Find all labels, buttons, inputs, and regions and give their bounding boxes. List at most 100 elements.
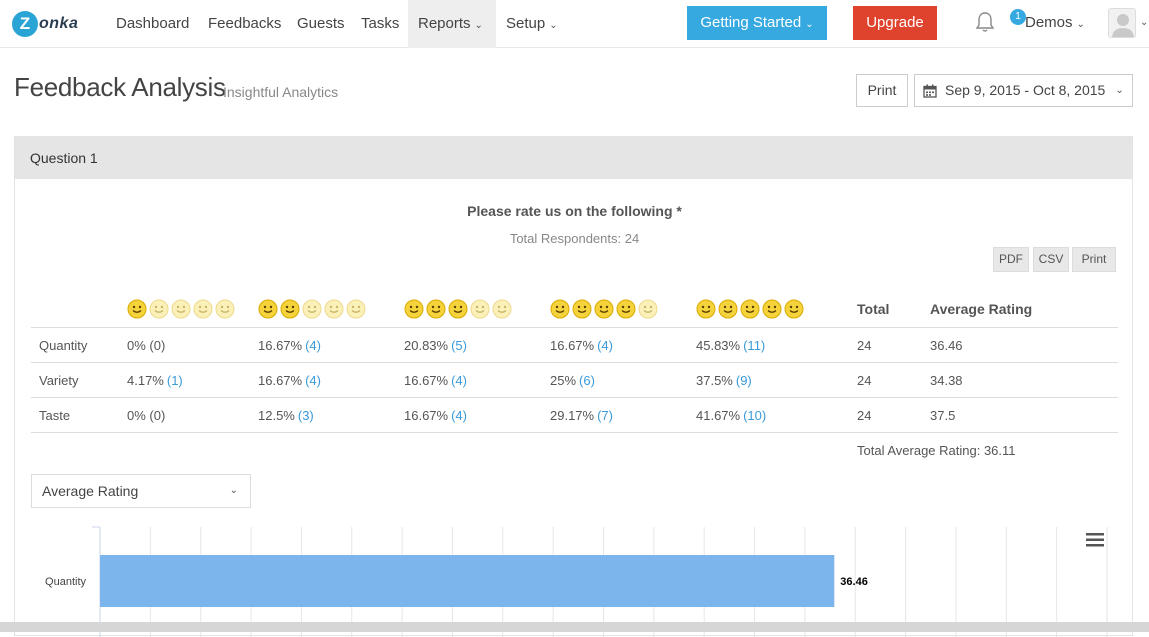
upgrade-button[interactable]: Upgrade xyxy=(853,6,937,40)
bar[interactable] xyxy=(100,555,835,607)
nav-dashboard[interactable]: Dashboard xyxy=(106,0,199,48)
smiley-empty-icon xyxy=(149,299,169,319)
table-header-row: Total Average Rating xyxy=(31,291,1118,328)
rating-count-link[interactable]: (4) xyxy=(305,338,321,353)
smiley-empty-icon xyxy=(638,299,658,319)
chevron-down-icon: ⌄ xyxy=(805,19,814,30)
horizontal-scrollbar[interactable] xyxy=(0,622,1149,632)
nav-setup[interactable]: Setup ⌄ xyxy=(496,0,568,48)
smiley-filled-icon xyxy=(718,299,738,319)
nav-setup-label: Setup xyxy=(506,15,546,32)
chevron-down-icon[interactable]: ⌄ xyxy=(1140,17,1148,28)
chart-bars xyxy=(100,555,835,607)
rating-count-link[interactable]: (11) xyxy=(743,338,765,353)
rating-count-link[interactable]: (4) xyxy=(597,338,613,353)
rating-cell: 41.67% (10) xyxy=(696,398,766,432)
rating-cell: 20.83% (5) xyxy=(404,328,467,362)
rating-count-link[interactable]: (5) xyxy=(451,338,467,353)
smiley-empty-icon xyxy=(302,299,322,319)
chart-metric-select[interactable]: Average Rating ⌄ xyxy=(31,474,251,508)
smiley-header-1 xyxy=(127,291,235,327)
smiley-filled-icon xyxy=(426,299,446,319)
row-total: 24 xyxy=(857,372,872,388)
page-title: Feedback Analysis xyxy=(14,72,226,102)
rating-percent: 0% (0) xyxy=(127,407,166,423)
export-print-button[interactable]: Print xyxy=(1072,247,1116,272)
table-row: Quantity 0% (0) 16.67% (4) 20.83% (5) 16.6… xyxy=(31,328,1118,363)
calendar-icon xyxy=(923,84,937,98)
nav-feedbacks[interactable]: Feedbacks xyxy=(198,0,291,48)
smiley-filled-icon xyxy=(784,299,804,319)
rating-count-link[interactable]: (9) xyxy=(736,373,752,388)
date-range-value: Sep 9, 2015 - Oct 8, 2015 xyxy=(945,82,1106,98)
smiley-filled-icon xyxy=(127,299,147,319)
rating-percent: 29.17% xyxy=(550,407,595,423)
nav-guests[interactable]: Guests xyxy=(287,0,355,48)
rating-count-link[interactable]: (1) xyxy=(167,373,183,388)
rating-cell: 16.67% (4) xyxy=(258,363,321,397)
bell-icon[interactable] xyxy=(975,11,995,33)
smiley-filled-icon xyxy=(740,299,760,319)
chart-metric-value: Average Rating xyxy=(42,483,139,499)
rating-cell: 16.67% (4) xyxy=(404,363,467,397)
top-navbar: Z onka Dashboard Feedbacks Guests Tasks … xyxy=(0,0,1149,48)
rating-percent: 16.67% xyxy=(404,407,449,423)
rating-count-link[interactable]: (7) xyxy=(597,408,613,423)
row-average: 36.46 xyxy=(930,337,963,353)
rating-cell: 37.5% (9) xyxy=(696,363,752,397)
rating-count-link[interactable]: (4) xyxy=(451,408,467,423)
date-range-picker[interactable]: Sep 9, 2015 - Oct 8, 2015 ⌄ xyxy=(914,74,1133,107)
user-menu[interactable]: Demos ⌄ xyxy=(1025,0,1085,48)
getting-started-label: Getting Started xyxy=(700,14,802,31)
avatar[interactable] xyxy=(1108,8,1136,38)
row-total: 24 xyxy=(857,407,872,423)
rating-cell: 0% (0) xyxy=(127,398,168,432)
smiley-filled-icon xyxy=(616,299,636,319)
smiley-header-5 xyxy=(696,291,804,327)
smiley-empty-icon xyxy=(193,299,213,319)
getting-started-button[interactable]: Getting Started ⌄ xyxy=(687,6,827,40)
data-label: 36.46 xyxy=(840,576,868,588)
rating-count-link[interactable]: (4) xyxy=(451,373,467,388)
smiley-filled-icon xyxy=(572,299,592,319)
rating-percent: 16.67% xyxy=(404,372,449,388)
chevron-down-icon: ⌄ xyxy=(1115,85,1124,96)
smiley-header-2 xyxy=(258,291,366,327)
total-header: Total xyxy=(857,301,890,317)
user-silhouette-icon xyxy=(1112,14,1134,37)
rating-count-link[interactable]: (3) xyxy=(298,408,314,423)
smiley-empty-icon xyxy=(470,299,490,319)
rating-percent: 12.5% xyxy=(258,407,295,423)
smiley-empty-icon xyxy=(492,299,512,319)
logo-mark: Z xyxy=(12,11,38,37)
question-title: Please rate us on the following * xyxy=(467,203,682,219)
rating-count-link[interactable]: (10) xyxy=(743,408,766,423)
export-csv-button[interactable]: CSV xyxy=(1033,247,1069,272)
smiley-empty-icon xyxy=(346,299,366,319)
rating-percent: 16.67% xyxy=(258,372,303,388)
user-name: Demos xyxy=(1025,14,1073,31)
nav-reports[interactable]: Reports ⌄ xyxy=(408,0,496,48)
smiley-filled-icon xyxy=(258,299,278,319)
rating-cell: 4.17% (1) xyxy=(127,363,183,397)
total-average-rating: Total Average Rating: 36.11 xyxy=(857,443,1016,458)
rating-cell: 25% (6) xyxy=(550,363,595,397)
nav-tasks[interactable]: Tasks xyxy=(351,0,409,48)
row-average: 34.38 xyxy=(930,372,963,388)
page-subtitle: Insightful Analytics xyxy=(223,84,339,100)
rating-percent: 25% xyxy=(550,372,577,388)
rating-percent: 45.83% xyxy=(696,337,741,353)
rating-percent: 4.17% xyxy=(127,372,164,388)
rating-percent: 0% (0) xyxy=(127,337,166,353)
rating-count-link[interactable]: (6) xyxy=(579,373,595,388)
rating-cell: 0% (0) xyxy=(127,328,168,362)
zonka-logo[interactable]: Z onka xyxy=(12,10,78,38)
smiley-header-3 xyxy=(404,291,512,327)
smiley-empty-icon xyxy=(324,299,344,319)
average-rating-header: Average Rating xyxy=(930,301,1033,317)
chart-menu-icon[interactable] xyxy=(1086,533,1104,547)
rating-cell: 29.17% (7) xyxy=(550,398,613,432)
print-button[interactable]: Print xyxy=(856,74,908,107)
rating-count-link[interactable]: (4) xyxy=(305,373,321,388)
export-pdf-button[interactable]: PDF xyxy=(993,247,1029,272)
